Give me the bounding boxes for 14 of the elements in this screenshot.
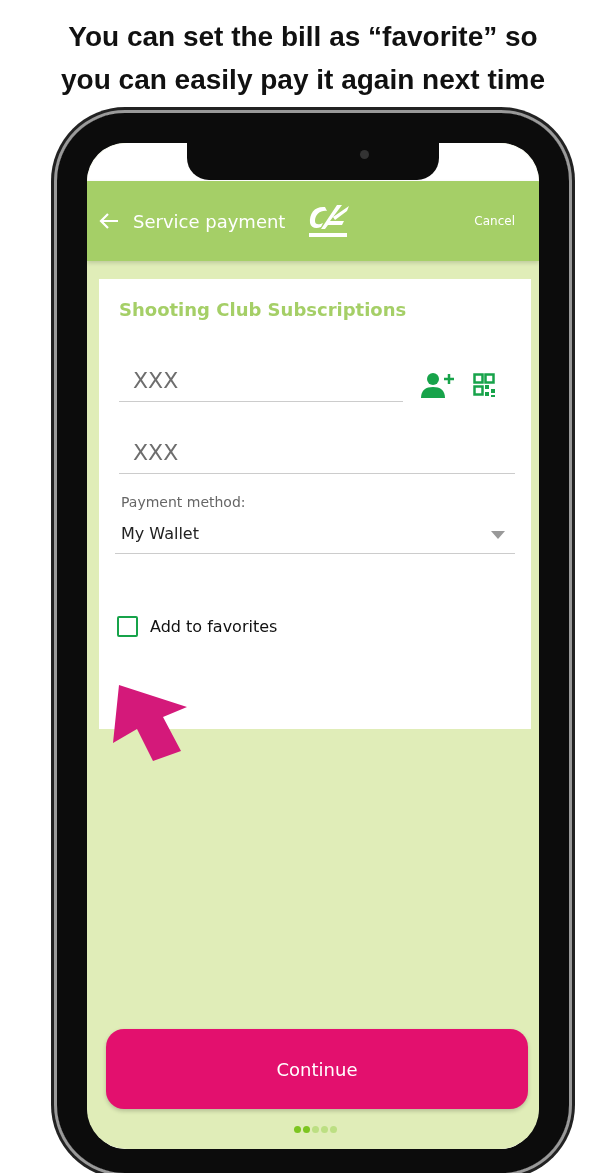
continue-button[interactable]: Continue: [106, 1029, 528, 1109]
card-title: Shooting Club Subscriptions: [119, 299, 408, 320]
payment-method-dropdown[interactable]: Payment method: My Wallet: [115, 488, 515, 554]
checkbox[interactable]: [117, 616, 138, 637]
add-contact-icon[interactable]: [421, 372, 455, 398]
checkbox-label: Add to favorites: [150, 617, 278, 636]
input-field[interactable]: XXX: [119, 368, 403, 402]
qr-code-icon[interactable]: [473, 373, 495, 397]
caret-icon: [491, 531, 505, 539]
input-field[interactable]: XXX: [119, 440, 515, 474]
camera-icon: [360, 150, 369, 159]
screen-title: Service payment: [133, 210, 286, 232]
back-arrow-icon[interactable]: [99, 212, 119, 230]
caption-text: You can set the bill as “favorite” so you can easily pay it again next time: [60, 20, 546, 97]
